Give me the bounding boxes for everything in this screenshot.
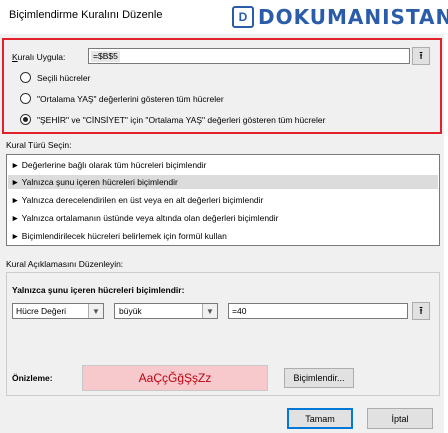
chevron-down-icon: ▼ bbox=[88, 304, 103, 318]
preview-sample-box: AaÇçĞğŞşZz bbox=[82, 365, 268, 391]
condition-type-dropdown[interactable]: Hücre Değeri ▼ bbox=[12, 303, 104, 319]
ok-button[interactable]: Tamam bbox=[287, 408, 353, 429]
apply-to-field[interactable]: =$B$5 bbox=[88, 48, 410, 64]
cancel-button[interactable]: İptal bbox=[367, 408, 433, 429]
radio-dot bbox=[23, 117, 28, 122]
rule-type-item[interactable]: ► Yalnızca derecelendirilen en üst veya … bbox=[11, 193, 263, 207]
format-button[interactable]: Biçimlendir... bbox=[284, 368, 354, 388]
collapse-dialog-button[interactable]: ⭱ bbox=[412, 302, 430, 320]
watermark-logo: D DOKUMANISTAN bbox=[232, 3, 448, 31]
condition-value: =40 bbox=[232, 306, 247, 316]
watermark-text: DOKUMANISTAN bbox=[258, 5, 448, 29]
preview-sample-text: AaÇçĞğŞşZz bbox=[138, 371, 212, 385]
watermark-icon: D bbox=[232, 6, 254, 28]
condition-type-value: Hücre Değeri bbox=[16, 306, 67, 316]
window-title: Biçimlendirme Kuralını Düzenle bbox=[9, 9, 163, 21]
collapse-dialog-button[interactable]: ⭱ bbox=[412, 47, 430, 65]
radio-label-city-gender-avg-age: "ŞEHİR" ve "CİNSİYET" için "Ortalama YAŞ… bbox=[37, 115, 326, 125]
apply-to-label: Kuralı Uygula: bbox=[12, 52, 66, 62]
rule-description-label: Kural Açıklamasını Düzenleyin: bbox=[6, 259, 124, 269]
apply-to-value: =$B$5 bbox=[91, 51, 120, 62]
rule-type-item[interactable]: ► Yalnızca ortalamanın üstünde veya altı… bbox=[11, 211, 279, 225]
preview-label: Önizleme: bbox=[12, 373, 53, 383]
radio-selected-cells[interactable] bbox=[20, 72, 31, 83]
radio-label-all-avg-age-cells: "Ortalama YAŞ" değerlerini gösteren tüm … bbox=[37, 94, 224, 104]
rule-type-item[interactable]: ► Biçimlendirilecek hücreleri belirlemek… bbox=[11, 229, 227, 243]
collapse-icon: ⭱ bbox=[419, 304, 423, 317]
operator-value: büyük bbox=[119, 306, 142, 316]
chevron-down-icon: ▼ bbox=[202, 304, 217, 318]
rule-description-heading: Yalnızca şunu içeren hücreleri biçimlend… bbox=[12, 285, 185, 295]
rule-type-item-selected[interactable]: ► Yalnızca şunu içeren hücreleri biçimle… bbox=[8, 175, 438, 189]
window-edge bbox=[444, 34, 448, 433]
radio-city-gender-avg-age[interactable] bbox=[20, 114, 31, 125]
rule-type-list: ► Değerlerine bağlı olarak tüm hücreleri… bbox=[6, 154, 440, 246]
radio-label-selected-cells: Seçili hücreler bbox=[37, 73, 91, 83]
rule-type-label: Kural Türü Seçin: bbox=[6, 140, 72, 150]
operator-dropdown[interactable]: büyük ▼ bbox=[114, 303, 218, 319]
condition-value-field[interactable]: =40 bbox=[228, 303, 408, 319]
rule-type-item[interactable]: ► Değerlerine bağlı olarak tüm hücreleri… bbox=[11, 158, 207, 172]
radio-all-avg-age-cells[interactable] bbox=[20, 93, 31, 104]
collapse-icon: ⭱ bbox=[419, 49, 423, 62]
